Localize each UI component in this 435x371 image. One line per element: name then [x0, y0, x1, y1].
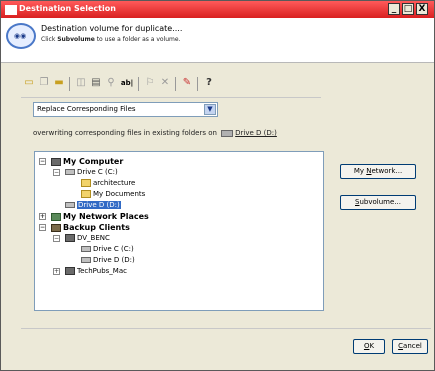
folder-open-icon[interactable]: ▭ — [23, 77, 35, 89]
window-icon — [5, 5, 17, 15]
toolbar-separator — [69, 77, 70, 91]
window-title: Destination Selection — [19, 4, 116, 13]
tree-node-techpubs-mac[interactable]: + TechPubs_Mac — [53, 266, 127, 277]
folder-icon — [81, 179, 91, 187]
tree-node-my-network-places[interactable]: + My Network Places — [39, 211, 149, 222]
delete-icon[interactable]: ✕ — [159, 77, 171, 89]
drive-icon — [221, 129, 234, 137]
toolbar-separator — [197, 77, 198, 91]
collapse-icon[interactable]: − — [39, 224, 46, 231]
comment-icon[interactable]: ⚐ — [144, 77, 156, 89]
tree-node-my-computer[interactable]: − My Computer — [39, 156, 123, 167]
computer-icon — [65, 234, 75, 242]
expand-icon[interactable]: + — [39, 213, 46, 220]
tree-node-architecture[interactable]: architecture — [81, 178, 135, 189]
duplicate-icon: ◉◉ — [6, 23, 36, 49]
computer-icon — [51, 157, 61, 166]
toolbar-separator — [175, 77, 176, 91]
expand-icon[interactable]: + — [53, 268, 60, 275]
drive-icon — [65, 169, 75, 175]
folder-icon — [81, 190, 91, 198]
chevron-down-icon[interactable]: ▼ — [204, 104, 216, 115]
filter-icon[interactable]: ⚲ — [105, 77, 117, 89]
drive-icon — [65, 202, 75, 208]
tree-node-drive-c[interactable]: − Drive C (C:) — [53, 167, 118, 178]
action-select-value: Replace Corresponding Files — [37, 105, 136, 113]
toolbar-separator — [138, 77, 139, 91]
tree-node-dv-benc[interactable]: − DV_BENC — [53, 233, 110, 244]
erase-icon[interactable]: ✎ — [181, 77, 193, 89]
network-icon — [51, 212, 61, 221]
destination-selection-dialog: Destination Selection _ □ X ◉◉ Destinati… — [0, 0, 435, 371]
header-hint: Click Subvolume to use a folder as a vol… — [41, 36, 181, 43]
computer-icon — [65, 267, 75, 275]
tree-node-drive-d[interactable]: Drive D (D:) — [65, 200, 121, 211]
close-button[interactable]: X — [416, 3, 428, 15]
collapse-icon[interactable]: − — [53, 235, 60, 242]
drive-icon — [81, 246, 91, 252]
properties-icon[interactable]: ▤ — [90, 77, 102, 89]
folder-icon[interactable]: ▬ — [53, 77, 65, 89]
collapse-icon[interactable]: − — [53, 169, 60, 176]
copy-icon[interactable]: ❐ — [38, 77, 50, 89]
my-network-button[interactable]: My Network... — [340, 164, 416, 179]
help-icon[interactable]: ? — [203, 77, 215, 89]
tree-node-dv-benc-drive-c[interactable]: Drive C (C:) — [81, 244, 134, 255]
ok-button[interactable]: OK — [353, 339, 385, 354]
destination-tree[interactable]: − My Computer − Drive C (C:) architectur… — [34, 151, 324, 311]
header-instruction: Destination volume for duplicate.... — [41, 24, 183, 33]
title-bar[interactable]: Destination Selection _ □ X — [1, 1, 434, 19]
maximize-button[interactable]: □ — [402, 3, 414, 15]
cancel-button[interactable]: Cancel — [392, 339, 428, 354]
tree-node-backup-clients[interactable]: − Backup Clients — [39, 222, 130, 233]
backup-icon — [51, 223, 61, 232]
destination-info: overwriting corresponding files in exist… — [33, 129, 277, 137]
collapse-icon[interactable]: − — [39, 158, 46, 165]
tree-node-my-documents[interactable]: My Documents — [81, 189, 145, 200]
minimize-button[interactable]: _ — [388, 3, 400, 15]
info-text: overwriting corresponding files in exist… — [33, 129, 217, 137]
drive-icon — [81, 257, 91, 263]
tree-node-dv-benc-drive-d[interactable]: Drive D (D:) — [81, 255, 135, 266]
window-icon[interactable]: ◫ — [75, 77, 87, 89]
destination-drive-link[interactable]: Drive D (D:) — [235, 129, 277, 137]
subvolume-button[interactable]: Subvolume... — [340, 195, 416, 210]
rename-icon[interactable]: ab| — [119, 77, 135, 89]
footer-divider — [21, 328, 431, 329]
toolbar-divider — [21, 97, 321, 98]
dialog-header: ◉◉ Destination volume for duplicate.... … — [1, 18, 434, 63]
action-select[interactable]: Replace Corresponding Files ▼ — [33, 102, 218, 117]
